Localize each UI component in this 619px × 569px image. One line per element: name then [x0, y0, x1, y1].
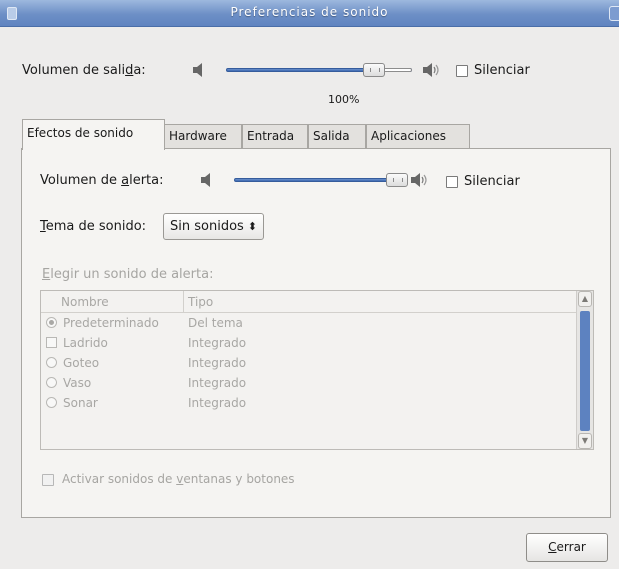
sound-name: Vaso: [63, 376, 92, 390]
row-radio[interactable]: [46, 357, 57, 368]
window-sounds-checkbox[interactable]: [42, 474, 54, 486]
list-item[interactable]: Goteo Integrado: [41, 353, 577, 373]
sound-name: Ladrido: [63, 336, 108, 350]
alert-volume-label: Volumen de alerta:: [40, 173, 164, 188]
alert-volume-slider-thumb[interactable]: [386, 173, 408, 187]
sound-type: Integrado: [188, 376, 247, 390]
sound-type: Integrado: [188, 356, 247, 370]
sound-theme-combo-value: Sin sonidos: [170, 219, 244, 234]
speaker-high-icon: [423, 63, 439, 77]
window-titlebar[interactable]: Preferencias de sonido: [0, 0, 619, 27]
output-volume-slider-thumb[interactable]: [363, 63, 385, 77]
alert-sound-list-header: Nombre Tipo: [41, 291, 577, 313]
sound-type: Integrado: [188, 396, 247, 410]
output-volume-percent: 100%: [328, 93, 360, 106]
tab-salida[interactable]: Salida: [308, 124, 366, 148]
list-item[interactable]: Sonar Integrado: [41, 393, 577, 413]
sound-type: Del tema: [188, 316, 243, 330]
row-radio[interactable]: [46, 377, 57, 388]
scroll-down-arrow-icon[interactable]: ▼: [578, 433, 592, 449]
sound-name: Sonar: [63, 396, 98, 410]
choose-alert-label: Elegir un sonido de alerta:: [42, 267, 214, 282]
sound-type: Integrado: [188, 336, 247, 350]
window-close-icon[interactable]: [609, 6, 619, 21]
alert-speaker-low-icon: [201, 173, 210, 187]
sound-theme-label: Tema de sonido:: [40, 219, 147, 234]
column-header-nombre[interactable]: Nombre: [41, 291, 184, 313]
list-item[interactable]: Predeterminado Del tema: [41, 313, 577, 333]
tab-aplicaciones[interactable]: Aplicaciones: [366, 124, 470, 148]
row-checkbox[interactable]: [46, 337, 57, 348]
row-radio[interactable]: [46, 397, 57, 408]
alert-speaker-high-icon: [411, 173, 427, 187]
sound-theme-combo[interactable]: Sin sonidos ⬍: [163, 213, 265, 240]
window-sounds-label[interactable]: Activar sonidos de ventanas y botones: [62, 472, 295, 486]
close-button[interactable]: Cerrar: [526, 533, 608, 562]
alert-sound-list[interactable]: Nombre Tipo Predeterminado Del tema Ladrid…: [40, 290, 594, 450]
tab-hardware[interactable]: Hardware: [164, 124, 242, 148]
alert-sound-list-scrollbar[interactable]: ▲ ▼: [576, 291, 593, 449]
window-title: Preferencias de sonido: [230, 5, 389, 19]
output-volume-label: Volumen de salida:: [22, 63, 146, 78]
alert-mute-label[interactable]: Silenciar: [464, 174, 520, 189]
column-header-tipo[interactable]: Tipo: [184, 291, 213, 313]
sound-name: Predeterminado: [63, 316, 159, 330]
output-mute-checkbox[interactable]: [456, 65, 468, 77]
output-mute-label[interactable]: Silenciar: [474, 63, 530, 78]
scrollbar-thumb[interactable]: [580, 311, 590, 431]
scroll-up-arrow-icon[interactable]: ▲: [578, 291, 592, 307]
alert-mute-checkbox[interactable]: [446, 176, 458, 188]
combo-updown-arrow-icon: ⬍: [247, 220, 258, 233]
speaker-low-icon: [193, 63, 202, 77]
tab-entrada[interactable]: Entrada: [242, 124, 308, 148]
tab-efectos-de-sonido[interactable]: Efectos de sonido: [22, 119, 165, 150]
alert-volume-slider[interactable]: [234, 178, 398, 182]
row-radio[interactable]: [46, 317, 57, 328]
sound-name: Goteo: [63, 356, 100, 370]
list-item[interactable]: Ladrido Integrado: [41, 333, 577, 353]
list-item[interactable]: Vaso Integrado: [41, 373, 577, 393]
